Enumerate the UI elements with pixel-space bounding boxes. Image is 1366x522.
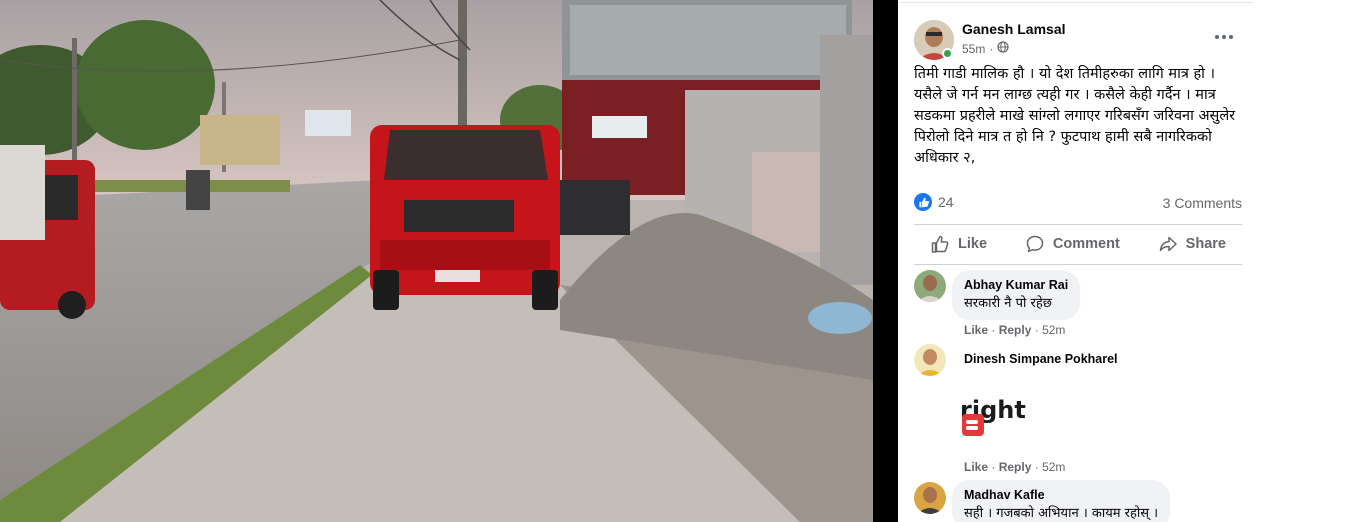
commenter-name[interactable]: Abhay Kumar Rai <box>964 278 1068 292</box>
post-text: तिमी गाडी मालिक हौ । यो देश तिमीहरुका ला… <box>914 66 1236 166</box>
comment-time[interactable]: 52m <box>1042 460 1065 474</box>
comment-bubble: Madhav Kafle सही । गजबको अभियान । कायम र… <box>952 480 1171 522</box>
author-name[interactable]: Ganesh Lamsal <box>962 21 1066 37</box>
commenter-name[interactable]: Madhav Kafle <box>964 488 1158 502</box>
online-status-dot <box>942 48 953 59</box>
more-dot <box>1229 35 1233 39</box>
post-meta: 55m · <box>962 41 1009 56</box>
more-dot <box>1222 35 1226 39</box>
comment-item: Abhay Kumar Rai सरकारी नै पो रहेछ Like ·… <box>914 270 1244 340</box>
comment-reply-link[interactable]: Reply <box>999 323 1032 337</box>
like-button[interactable]: Like <box>914 226 1003 262</box>
post-photo[interactable] <box>0 0 873 522</box>
comment-time[interactable]: 52m <box>1042 323 1065 337</box>
photo-border <box>873 0 898 522</box>
commenter-avatar[interactable] <box>914 344 946 376</box>
more-dot <box>1215 35 1219 39</box>
more-options-button[interactable] <box>1210 26 1238 48</box>
post-actions: Like Comment Share <box>914 226 1242 262</box>
comments-count-link[interactable]: 3 Comments <box>1163 195 1242 211</box>
reaction-count: 24 <box>938 194 954 210</box>
share-arrow-icon <box>1158 234 1178 254</box>
commenter-avatar[interactable] <box>914 482 946 514</box>
top-divider <box>898 2 1253 3</box>
post-time[interactable]: 55m <box>962 42 985 56</box>
page-gutter <box>1258 0 1366 522</box>
comment-like-link[interactable]: Like <box>964 460 988 474</box>
share-button[interactable]: Share <box>1142 226 1242 262</box>
comment-bubble-icon <box>1025 234 1045 254</box>
reaction-summary[interactable]: 24 <box>914 193 954 211</box>
comment-text: सरकारी नै पो रहेछ <box>964 296 1052 311</box>
comment-label: Comment <box>1052 236 1120 252</box>
comment-bubble: Abhay Kumar Rai सरकारी नै पो रहेछ <box>952 270 1081 320</box>
share-label: Share <box>1185 236 1226 252</box>
comment-meta: Like · Reply · 52m <box>964 460 1066 474</box>
comment-item: Madhav Kafle सही । गजबको अभियान । कायम र… <box>914 480 1244 522</box>
like-reaction-icon <box>914 193 932 211</box>
photo-scene <box>0 0 873 522</box>
comment-text: सही । गजबको अभियान । कायम रहोस् । <box>964 506 1159 521</box>
commenter-name[interactable]: Dinesh Simpane Pokharel <box>964 352 1118 366</box>
thumbs-up-sticker-icon[interactable]: right. <box>958 392 1035 442</box>
thumbs-up-icon <box>930 234 950 254</box>
comment-item: Dinesh Simpane Pokharel right. Like · Re… <box>914 344 1244 476</box>
like-label: Like <box>958 236 988 252</box>
commenter-avatar[interactable] <box>914 270 946 302</box>
comment-button[interactable]: Comment <box>1009 226 1136 262</box>
comment-meta: Like · Reply · 52m <box>964 323 1066 337</box>
globe-icon <box>997 41 1009 56</box>
comment-reply-link[interactable]: Reply <box>999 460 1032 474</box>
comment-like-link[interactable]: Like <box>964 323 988 337</box>
post-panel: Ganesh Lamsal 55m · तिमी गाडी मालिक हौ ।… <box>898 0 1258 522</box>
actions-top-divider <box>914 224 1242 225</box>
actions-bottom-divider <box>914 264 1242 265</box>
